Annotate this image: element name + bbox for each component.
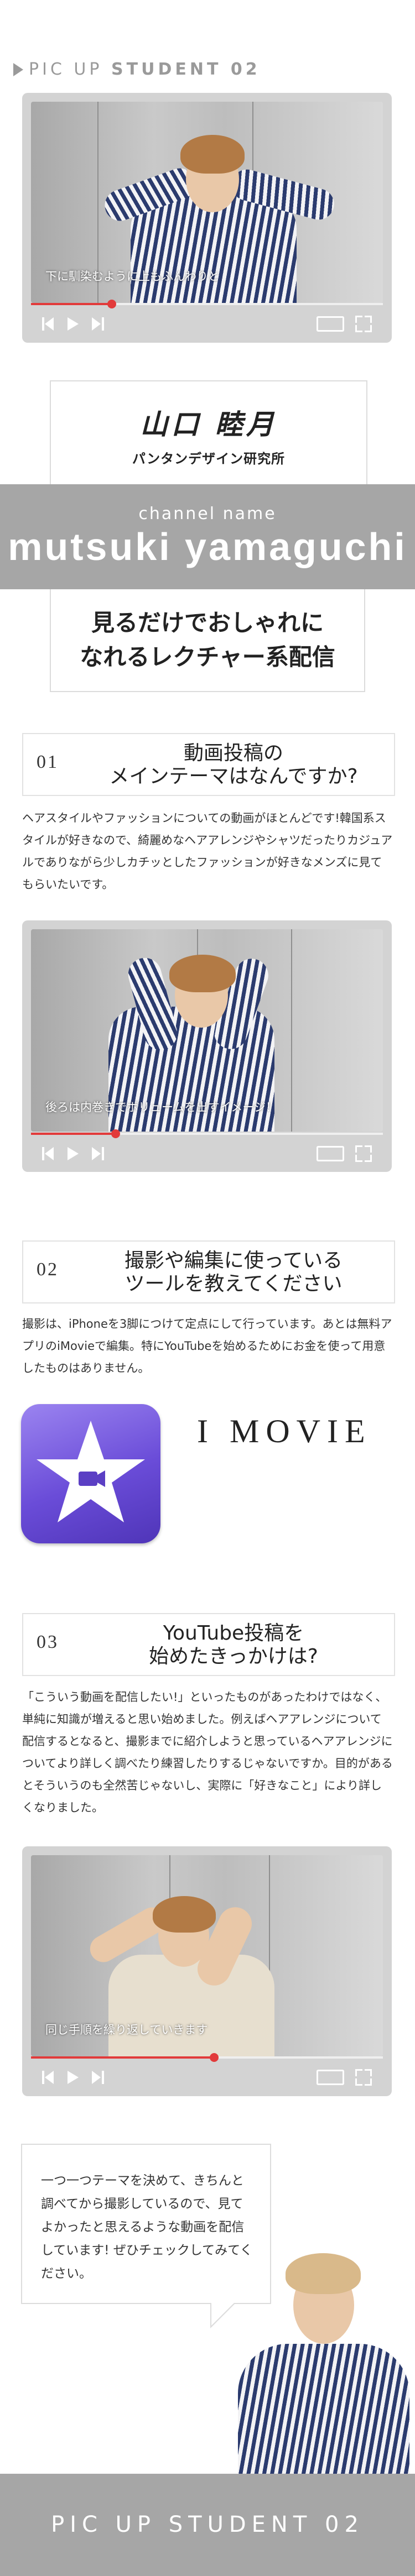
answer-text-3: 「こういう動画を配信したい!」といったものがあったわけではなく、単純に知識が増え… [22,1690,393,1814]
video-caption: 後ろは内巻きでボリュームを出すイメージ！ [45,1101,277,1114]
tool-name: I MOVIE [197,1413,372,1449]
video-caption: 下に馴染むように上もふんわりと [45,270,220,283]
progress-knob[interactable] [111,1129,120,1138]
play-icon[interactable] [68,1147,79,1160]
skip-previous-icon[interactable] [42,2071,54,2084]
student-name: 山口 睦月 [140,409,277,441]
question-number: 03 [37,1632,59,1652]
video-frame-1[interactable]: 下に馴染むように上もふんわりと [31,102,383,303]
captions-icon[interactable] [317,1146,344,1161]
fullscreen-icon[interactable] [355,316,372,332]
catchphrase: 見るだけでおしゃれに なれるレクチャー系配信 [50,589,365,692]
student-portrait [232,2244,415,2474]
progress-bar[interactable] [31,1129,383,1138]
skip-next-icon[interactable] [92,2071,104,2084]
star-camera-icon [37,1421,145,1522]
progress-bar[interactable] [31,300,383,308]
playback-controls [42,314,117,334]
catchphrase-line-1: 見るだけでおしゃれに [91,609,324,636]
question-text: YouTube投稿を 始めたきっかけは? [149,1622,318,1668]
video-frame-2[interactable]: 後ろは内巻きでボリュームを出すイメージ！ [31,929,383,1132]
progress-knob[interactable] [209,2053,219,2062]
captions-icon[interactable] [317,316,344,332]
video-player-1[interactable]: 下に馴染むように上もふんわりと [22,93,392,343]
skip-next-icon[interactable] [92,317,104,331]
question-number: 02 [37,1259,59,1280]
student-name-box: 山口 睦月 パンタンデザイン研究所 [50,380,367,488]
playback-controls [42,2067,117,2087]
channel-band: channel name mutsuki yamaguchi [0,484,415,589]
catchphrase-line-2: なれるレクチャー系配信 [80,643,335,671]
channel-label: channel name [138,504,277,523]
skip-previous-icon[interactable] [42,1147,54,1160]
question-text: 動画投稿の メインテーマはなんですか? [109,742,358,788]
speech-bubble-text: 一つ一つテーマを決めて、きちんと調べてから撮影しているので、見てよかったと思える… [41,2174,253,2281]
video-player-2[interactable]: 後ろは内巻きでボリュームを出すイメージ！ [22,920,392,1172]
header-student-number: STUDENT 02 [111,60,261,79]
school-name: パンタンデザイン研究所 [132,451,286,467]
question-number: 01 [37,752,59,772]
fullscreen-icon[interactable] [355,1145,372,1162]
captions-icon[interactable] [317,2070,344,2085]
progress-knob[interactable] [107,300,117,308]
question-heading-3: 03 YouTube投稿を 始めたきっかけは? [22,1613,395,1676]
skip-next-icon[interactable] [92,1147,104,1160]
skip-previous-icon[interactable] [42,317,54,331]
fullscreen-icon[interactable] [355,2069,372,2086]
section-header: PIC UP STUDENT 02 [13,60,261,79]
answer-text-1: ヘアスタイルやファッションについての動画がほとんどです!韓国系スタイルが好きなの… [22,811,393,891]
playback-controls [42,1144,117,1164]
question-heading-1: 01 動画投稿の メインテーマはなんですか? [22,733,395,796]
question-heading-2: 02 撮影や編集に使っている ツールを教えてください [22,1240,395,1303]
triangle-icon [13,63,23,76]
video-caption: 同じ手順を繰り返していきます [45,2023,208,2036]
video-player-3[interactable]: 同じ手順を繰り返していきます [22,1846,392,2096]
channel-name: mutsuki yamaguchi [8,525,407,568]
video-frame-3[interactable]: 同じ手順を繰り返していきます [31,1855,383,2056]
progress-bar[interactable] [31,2053,383,2062]
play-icon[interactable] [68,317,79,331]
play-icon[interactable] [68,2071,79,2084]
imovie-icon [21,1404,160,1543]
header-prefix: PIC UP [29,60,112,79]
answer-text-2: 撮影は、iPhoneを3脚につけて定点にして行っています。あとは無料アプリのiM… [22,1317,392,1375]
question-text: 撮影や編集に使っている ツールを教えてください [124,1249,343,1295]
footer-banner: PIC UP STUDENT 02 [0,2474,415,2576]
